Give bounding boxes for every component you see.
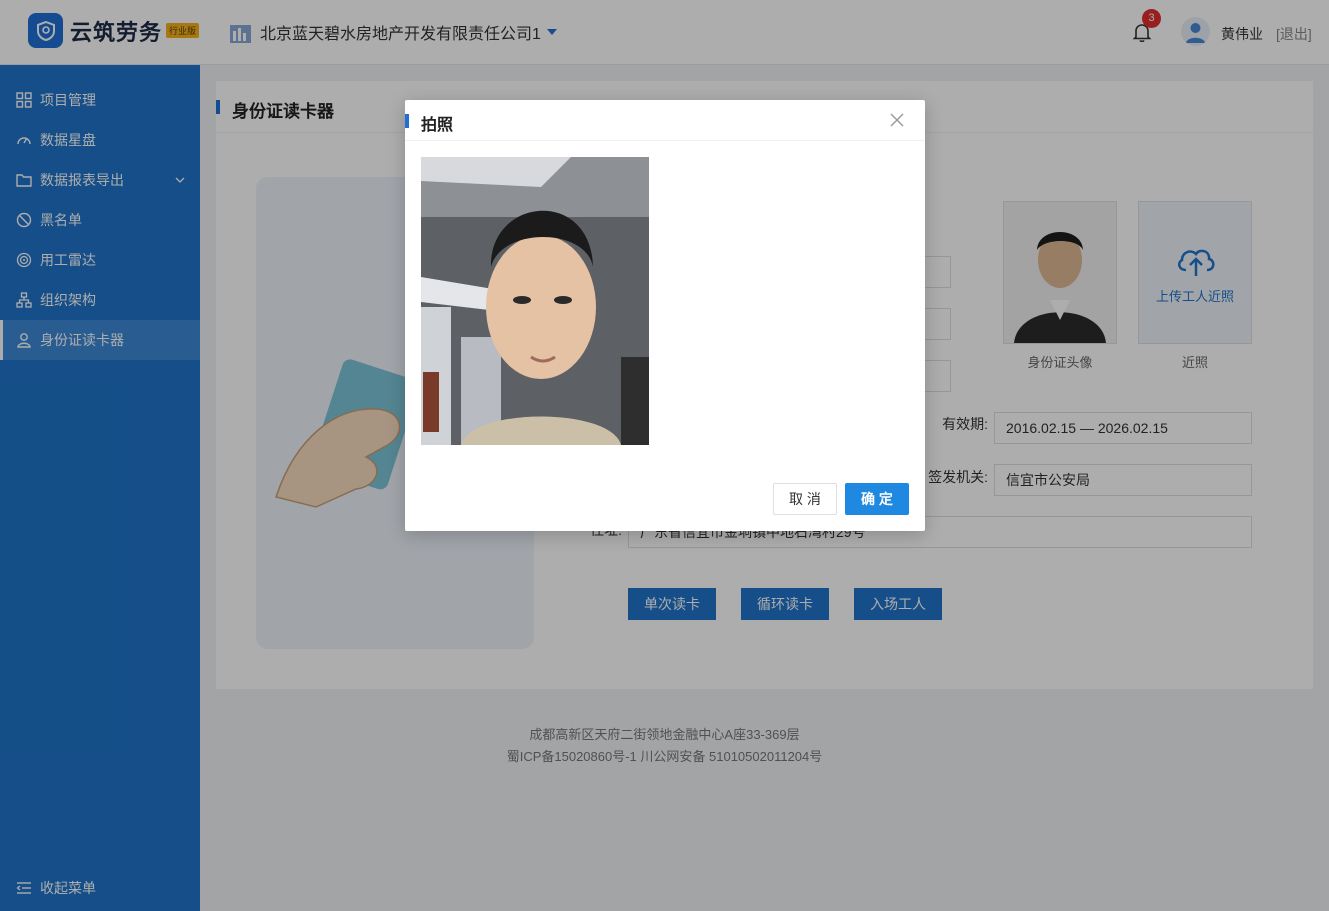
modal-title: 拍照 <box>421 117 454 134</box>
title-accent-bar <box>405 114 409 128</box>
modal-header: 拍照 <box>405 100 925 141</box>
close-icon[interactable] <box>889 112 905 128</box>
cancel-button[interactable]: 取 消 <box>773 483 837 515</box>
photo-modal: 拍照 取 消 确 定 <box>405 100 925 531</box>
confirm-button[interactable]: 确 定 <box>845 483 909 515</box>
camera-preview <box>421 157 649 445</box>
